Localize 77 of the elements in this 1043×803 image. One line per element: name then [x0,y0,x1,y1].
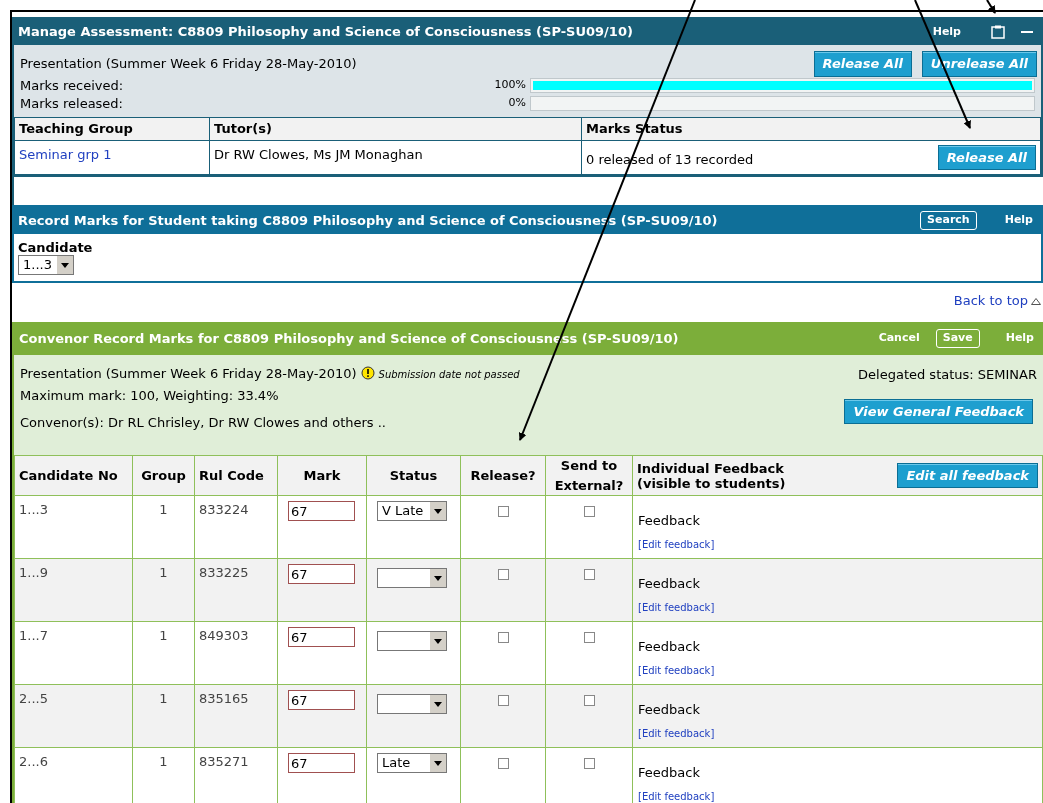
column-header: Individual Feedback (visible to students) [637,460,787,491]
presentation-text: Presentation (Summer Week 6 Friday 28-May-2010) [20,55,358,73]
status-select[interactable] [377,631,447,651]
group-number: 1 [159,691,168,706]
edit-feedback-link[interactable]: [Edit feedback] [638,788,715,803]
status-select[interactable]: V Late [377,501,447,521]
mark-input[interactable]: 67 [288,690,355,710]
mark-input[interactable]: 67 [288,627,355,647]
warning-text: Submission date not passed [378,369,520,380]
meter-reading: 0% [507,95,527,112]
warning-icon [360,366,375,380]
candidate-number: 2...5 [19,691,48,706]
edit-feedback-link[interactable]: [Edit feedback] [638,599,715,615]
checkbox[interactable] [497,569,509,580]
back-to-top-link[interactable]: Back to top [953,291,1028,311]
meter-label: Marks released: [20,94,124,113]
candidate-number: 2...6 [19,754,48,769]
convenor-text: Convenor(s): Dr RL Chrisley, Dr RW Clowes and others .. [20,413,387,432]
candidate-number: 1...7 [19,628,48,643]
group-number: 1 [159,628,168,643]
edit-feedback-link[interactable]: [Edit feedback] [638,725,715,741]
checkbox[interactable] [497,506,509,517]
column-header: Mark [303,467,341,483]
checkbox[interactable] [497,758,509,769]
feedback-text: Feedback [638,575,700,593]
presentation-text: Presentation (Summer Week 6 Friday 28-May-2010) [20,366,357,381]
rul-code: 835271 [199,754,249,769]
group-number: 1 [159,565,168,580]
rul-code: 833224 [199,502,249,517]
edit-feedback-link[interactable]: [Edit feedback] [638,662,715,678]
feedback-text: Feedback [638,512,700,530]
column-header: Release? [470,467,536,483]
tutor-text: Dr RW Clowes, Ms JM Monaghan [214,146,423,162]
mark-input[interactable]: 67 [288,753,355,773]
status-select[interactable] [377,568,447,588]
checkbox[interactable] [583,506,595,517]
mark-input[interactable]: 67 [288,501,355,521]
feedback-text: Feedback [638,701,700,719]
column-header: Tutor(s) [209,117,582,140]
rul-code: 849303 [199,628,249,643]
column-header: Group [141,467,186,483]
status-select[interactable]: Late [377,753,447,773]
up-triangle-icon [1031,297,1041,305]
column-header: Teaching Group [14,117,210,140]
feedback-text: Feedback [638,638,700,656]
meter-reading: 100% [493,77,527,94]
help-link[interactable]: Help [932,23,961,41]
checkbox[interactable] [497,632,509,643]
column-header: Send to External? [554,458,624,493]
checkbox[interactable] [583,695,595,706]
meter-label: Marks received: [20,76,125,95]
group-number: 1 [159,502,168,517]
panel-title: Manage Assessment: C8809 Philosophy and Science of Consciousness (SP-SU09/10) [18,23,634,42]
search-button[interactable]: Search [920,211,977,230]
checkbox[interactable] [583,632,595,643]
column-header: Status [389,467,438,483]
rul-code: 833225 [199,565,249,580]
status-select[interactable]: 1...3 [18,255,74,275]
max-mark-text: Maximum mark: 100, Weighting: 33.4% [20,387,280,405]
candidate-number: 1...9 [19,565,48,580]
delegated-status-text: Delegated status: SEMINAR [858,366,1037,384]
column-header: Rul Code [199,467,264,483]
clipboard-icon[interactable] [991,25,1005,39]
rul-code: 835165 [199,691,249,706]
minimize-icon[interactable] [1021,30,1033,34]
group-number: 1 [159,754,168,769]
edit-feedback-link[interactable]: [Edit feedback] [638,536,715,552]
help-link[interactable]: Help [1004,212,1033,229]
column-header: Candidate No [19,467,118,483]
mark-input[interactable]: 67 [288,564,355,584]
candidate-number: 1...3 [19,502,48,517]
checkbox[interactable] [583,569,595,580]
status-select[interactable] [377,694,447,714]
feedback-text: Feedback [638,764,700,782]
candidate-label: Candidate [18,240,94,255]
checkbox[interactable] [583,758,595,769]
checkbox[interactable] [497,695,509,706]
